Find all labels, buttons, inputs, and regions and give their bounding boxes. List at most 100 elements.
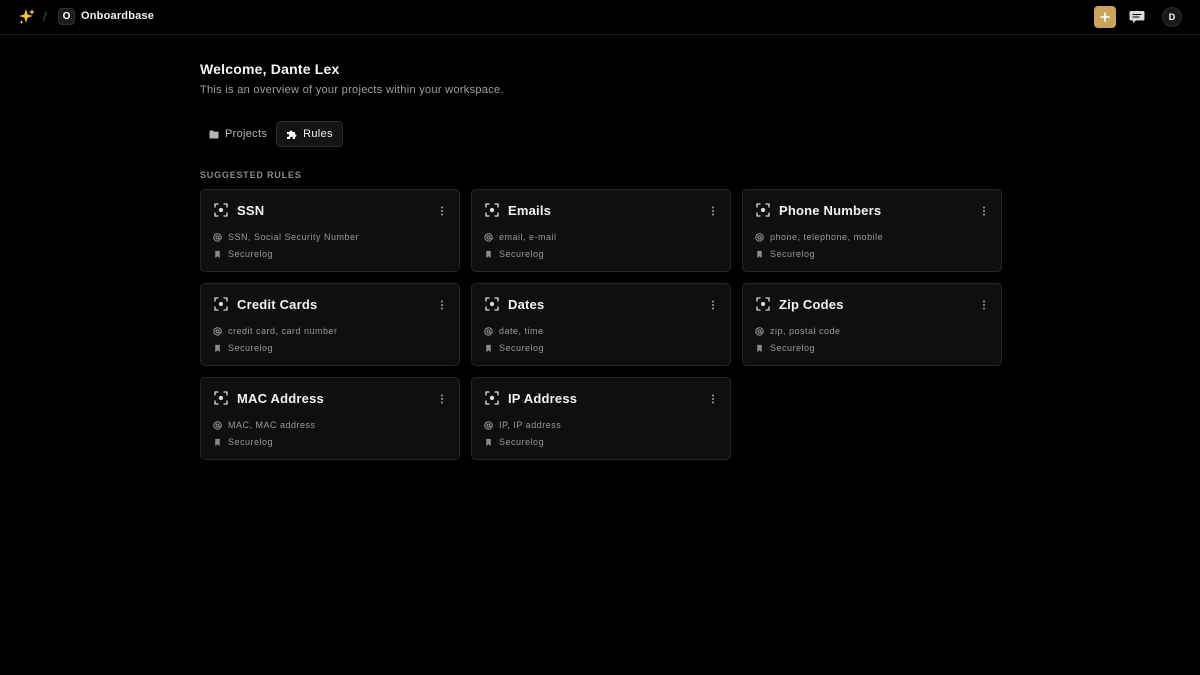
more-vertical-icon[interactable] — [439, 204, 445, 216]
page-subtitle: This is an overview of your projects wit… — [200, 84, 504, 96]
at-sign-icon — [213, 232, 222, 242]
rule-title: SSN — [237, 203, 265, 218]
at-sign-icon — [484, 420, 493, 430]
rule-source-row: Securelog — [213, 343, 273, 353]
rule-keywords-row: email, e-mail — [484, 232, 557, 242]
rule-source-row: Securelog — [484, 343, 544, 353]
rule-keywords-row: credit card, card number — [213, 326, 338, 336]
rule-title: Emails — [508, 203, 552, 218]
bookmark-icon — [486, 438, 491, 446]
rule-card[interactable]: IP Address IP, IP address Securelog — [471, 377, 731, 460]
rule-source-row: Securelog — [484, 437, 544, 447]
rule-keywords: email, e-mail — [499, 232, 557, 242]
rule-source: Securelog — [499, 249, 545, 259]
section-heading: SUGGESTED RULES — [200, 170, 302, 180]
rule-keywords-row: date, time — [484, 326, 544, 336]
scan-icon — [485, 297, 499, 311]
at-sign-icon — [755, 326, 764, 336]
rule-title: MAC Address — [237, 391, 324, 406]
user-avatar[interactable]: D — [1162, 7, 1182, 27]
rule-title: Credit Cards — [237, 297, 318, 312]
rule-source-row: Securelog — [755, 343, 815, 353]
rule-title: Dates — [508, 297, 545, 312]
rule-keywords-row: IP, IP address — [484, 420, 561, 430]
rule-title: Phone Numbers — [779, 203, 882, 218]
rule-source-row: Securelog — [484, 249, 544, 259]
bookmark-icon — [215, 438, 220, 446]
bookmark-icon — [215, 344, 220, 352]
at-sign-icon — [755, 232, 764, 242]
scan-icon — [214, 297, 228, 311]
tab-projects[interactable]: Projects — [200, 121, 276, 147]
feedback-button[interactable] — [1128, 8, 1146, 26]
workspace-name[interactable]: Onboardbase — [81, 10, 154, 22]
page-title: Welcome, Dante Lex — [200, 61, 340, 77]
bookmark-icon — [757, 344, 762, 352]
top-bar: / O Onboardbase D — [0, 0, 1200, 35]
rule-card[interactable]: Credit Cards credit card, card number Se… — [200, 283, 460, 366]
rule-card[interactable]: Dates date, time Securelog — [471, 283, 731, 366]
more-vertical-icon[interactable] — [981, 298, 987, 310]
view-tabs: Projects Rules — [200, 121, 343, 147]
breadcrumb-separator: / — [43, 9, 47, 24]
rule-card[interactable]: Phone Numbers phone, telephone, mobile S… — [742, 189, 1002, 272]
sparkles-icon[interactable] — [18, 8, 36, 26]
workspace-avatar[interactable]: O — [58, 8, 75, 25]
tab-projects-label: Projects — [225, 128, 268, 140]
at-sign-icon — [484, 326, 493, 336]
bookmark-icon — [215, 250, 220, 258]
more-vertical-icon[interactable] — [710, 298, 716, 310]
rule-keywords: IP, IP address — [499, 420, 562, 430]
rules-grid: SSN SSN, Social Security Number Securelo… — [200, 189, 1002, 460]
at-sign-icon — [213, 420, 222, 430]
scan-icon — [756, 203, 770, 217]
rule-keywords-row: phone, telephone, mobile — [755, 232, 883, 242]
folder-icon — [209, 130, 219, 138]
rule-source: Securelog — [228, 249, 274, 259]
rule-keywords: zip, postal code — [770, 326, 841, 336]
scan-icon — [485, 391, 499, 405]
rule-card[interactable]: Zip Codes zip, postal code Securelog — [742, 283, 1002, 366]
chat-icon — [1129, 11, 1145, 23]
rule-source-row: Securelog — [213, 437, 273, 447]
rule-source-row: Securelog — [213, 249, 273, 259]
rule-keywords: credit card, card number — [228, 326, 338, 336]
more-vertical-icon[interactable] — [710, 392, 716, 404]
rule-card[interactable]: SSN SSN, Social Security Number Securelo… — [200, 189, 460, 272]
more-vertical-icon[interactable] — [710, 204, 716, 216]
rule-keywords-row: MAC, MAC address — [213, 420, 316, 430]
rule-title: IP Address — [508, 391, 578, 406]
rule-card[interactable]: Emails email, e-mail Securelog — [471, 189, 731, 272]
rule-source: Securelog — [499, 437, 545, 447]
bookmark-icon — [486, 344, 491, 352]
rule-title: Zip Codes — [779, 297, 844, 312]
bookmark-icon — [486, 250, 491, 258]
more-vertical-icon[interactable] — [981, 204, 987, 216]
rule-source: Securelog — [228, 437, 274, 447]
rule-keywords: SSN, Social Security Number — [228, 232, 360, 242]
add-button[interactable] — [1094, 6, 1116, 28]
tab-rules-label: Rules — [303, 128, 333, 140]
plus-icon — [1100, 12, 1110, 22]
rule-keywords: MAC, MAC address — [228, 420, 316, 430]
more-vertical-icon[interactable] — [439, 392, 445, 404]
bookmark-icon — [757, 250, 762, 258]
scan-icon — [756, 297, 770, 311]
rule-source: Securelog — [770, 343, 816, 353]
rule-source: Securelog — [228, 343, 274, 353]
rule-keywords: phone, telephone, mobile — [770, 232, 884, 242]
rule-card[interactable]: MAC Address MAC, MAC address Securelog — [200, 377, 460, 460]
rule-keywords: date, time — [499, 326, 544, 336]
rule-source: Securelog — [770, 249, 816, 259]
at-sign-icon — [484, 232, 493, 242]
more-vertical-icon[interactable] — [439, 298, 445, 310]
scan-icon — [214, 203, 228, 217]
rule-source: Securelog — [499, 343, 545, 353]
tab-rules[interactable]: Rules — [276, 121, 343, 147]
rule-keywords-row: zip, postal code — [755, 326, 841, 336]
scan-icon — [485, 203, 499, 217]
puzzle-icon — [287, 130, 297, 139]
rule-source-row: Securelog — [755, 249, 815, 259]
scan-icon — [214, 391, 228, 405]
at-sign-icon — [213, 326, 222, 336]
